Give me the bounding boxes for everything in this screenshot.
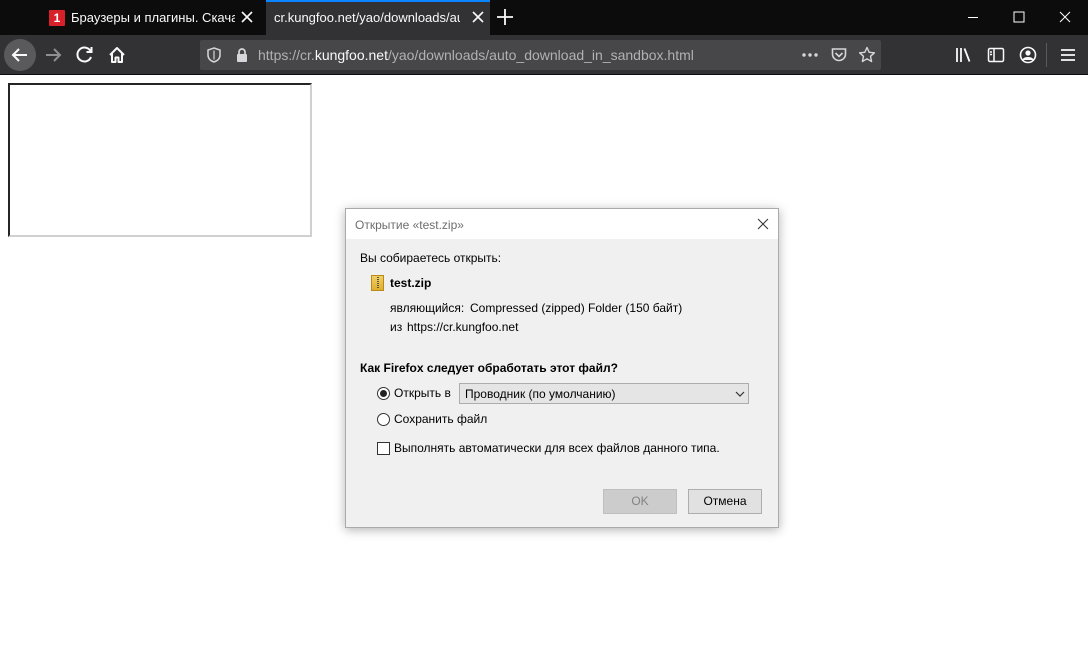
tab-title: cr.kungfoo.net/yao/downloads/auto_: [274, 10, 460, 25]
close-dialog-icon[interactable]: [754, 215, 772, 233]
auto-action-label[interactable]: Выполнять автоматически для всех файлов …: [394, 441, 720, 455]
auto-action-checkbox[interactable]: [377, 442, 390, 455]
bookmark-star-icon[interactable]: [858, 46, 876, 64]
chevron-down-icon: [735, 391, 745, 397]
new-tab-plus-icon[interactable]: [496, 8, 514, 26]
tab-browsers-plugins[interactable]: 1 Браузеры и плагины. Скачать: [40, 0, 265, 35]
zip-file-icon: [371, 275, 384, 291]
hamburger-menu-icon[interactable]: [1058, 45, 1078, 65]
from-value: https://cr.kungfoo.net: [407, 320, 519, 334]
tab-title: Браузеры и плагины. Скачать: [71, 10, 235, 25]
tab-active-download-page[interactable]: cr.kungfoo.net/yao/downloads/auto_: [266, 0, 490, 35]
url-bar[interactable]: https://cr.kungfoo.net/yao/downloads/aut…: [200, 40, 881, 70]
intro-text: Вы собираетесь открыть:: [360, 251, 502, 265]
pocket-icon[interactable]: [830, 46, 848, 64]
navigation-toolbar: https://cr.kungfoo.net/yao/downloads/aut…: [0, 35, 1088, 75]
save-file-label[interactable]: Сохранить файл: [394, 412, 487, 426]
maximize-window-icon[interactable]: [996, 0, 1042, 35]
selected-app: Проводник (по умолчанию): [465, 387, 616, 401]
sidebar-toggle-icon[interactable]: [986, 45, 1006, 65]
tracking-protection-shield-icon[interactable]: [205, 46, 223, 64]
cancel-button[interactable]: Отмена: [688, 489, 762, 514]
page-actions-dots-icon[interactable]: [801, 46, 819, 64]
tab-strip: 1 Браузеры и плагины. Скачать cr.kungfoo…: [0, 0, 1088, 35]
url-text[interactable]: https://cr.kungfoo.net/yao/downloads/aut…: [258, 47, 694, 63]
save-file-radio[interactable]: [377, 413, 390, 426]
open-with-label[interactable]: Открыть в: [394, 386, 451, 400]
close-tab-icon[interactable]: [239, 9, 255, 25]
open-with-radio[interactable]: [377, 387, 390, 400]
minimize-window-icon[interactable]: [950, 0, 996, 35]
close-window-icon[interactable]: [1042, 0, 1088, 35]
handling-question: Как Firefox следует обработать этот файл…: [360, 361, 618, 375]
open-with-app-select[interactable]: Проводник (по умолчанию): [459, 383, 749, 404]
dialog-title: Открытие «test.zip»: [355, 218, 464, 232]
from-label: из: [390, 320, 403, 334]
sandbox-iframe: [8, 83, 312, 237]
back-arrow-icon[interactable]: [4, 39, 36, 71]
type-value: Compressed (zipped) Folder (150 байт): [470, 301, 683, 315]
library-icon[interactable]: [954, 45, 974, 65]
file-name: test.zip: [390, 276, 432, 290]
reload-icon[interactable]: [69, 39, 101, 71]
forward-arrow-icon[interactable]: [37, 39, 69, 71]
dialog-titlebar: Открытие «test.zip»: [346, 209, 778, 239]
ok-button[interactable]: OK: [603, 489, 677, 514]
firefox-account-icon[interactable]: [1018, 45, 1038, 65]
open-file-dialog: Открытие «test.zip» Вы собираетесь откры…: [345, 208, 779, 528]
type-label: являющийся:: [390, 301, 465, 315]
close-tab-icon[interactable]: [470, 9, 486, 25]
site-favicon-icon: 1: [49, 10, 65, 26]
lock-icon[interactable]: [233, 46, 251, 64]
home-icon[interactable]: [101, 39, 133, 71]
toolbar-separator: [1046, 43, 1047, 67]
